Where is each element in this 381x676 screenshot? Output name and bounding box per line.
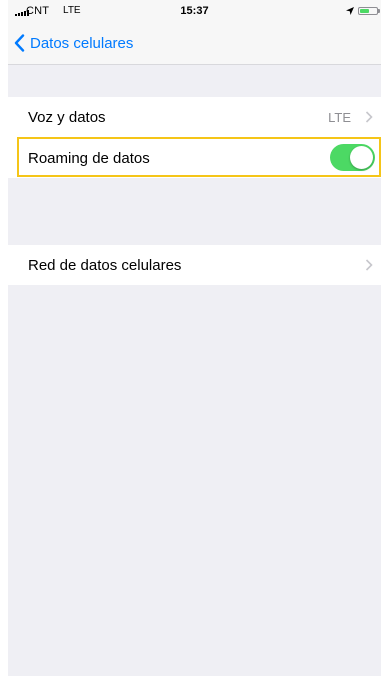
back-button[interactable]: Datos celulares	[14, 32, 133, 54]
voice-data-value: LTE	[328, 109, 351, 125]
location-arrow-icon	[346, 7, 354, 15]
toggle-knob	[350, 146, 373, 169]
battery-fill	[360, 9, 369, 13]
data-roaming-row: Roaming de datos	[8, 138, 381, 178]
chevron-right-icon	[365, 111, 373, 123]
chevron-left-icon	[14, 34, 25, 52]
status-bar: CNT LTE 15:37	[8, 0, 381, 22]
back-button-label: Datos celulares	[30, 34, 134, 52]
navigation-header: CNT LTE 15:37 Datos celulares	[8, 0, 381, 65]
status-time: 15:37	[180, 5, 209, 17]
battery-icon	[358, 7, 380, 15]
voice-and-roaming-group: Voz y datos LTE Roaming de datos	[8, 97, 381, 178]
cellular-data-network-label: Red de datos celulares	[28, 256, 182, 274]
chevron-right-icon	[365, 259, 373, 271]
cellular-network-group: Red de datos celulares	[8, 245, 381, 285]
data-roaming-toggle[interactable]	[330, 144, 375, 171]
data-roaming-label: Roaming de datos	[28, 149, 150, 167]
voice-data-row[interactable]: Voz y datos LTE	[8, 97, 381, 137]
settings-screen: CNT LTE 15:37 Datos celulares Voz y dato…	[8, 0, 381, 676]
cellular-data-network-row[interactable]: Red de datos celulares	[8, 245, 381, 285]
voice-data-label: Voz y datos	[28, 108, 106, 126]
